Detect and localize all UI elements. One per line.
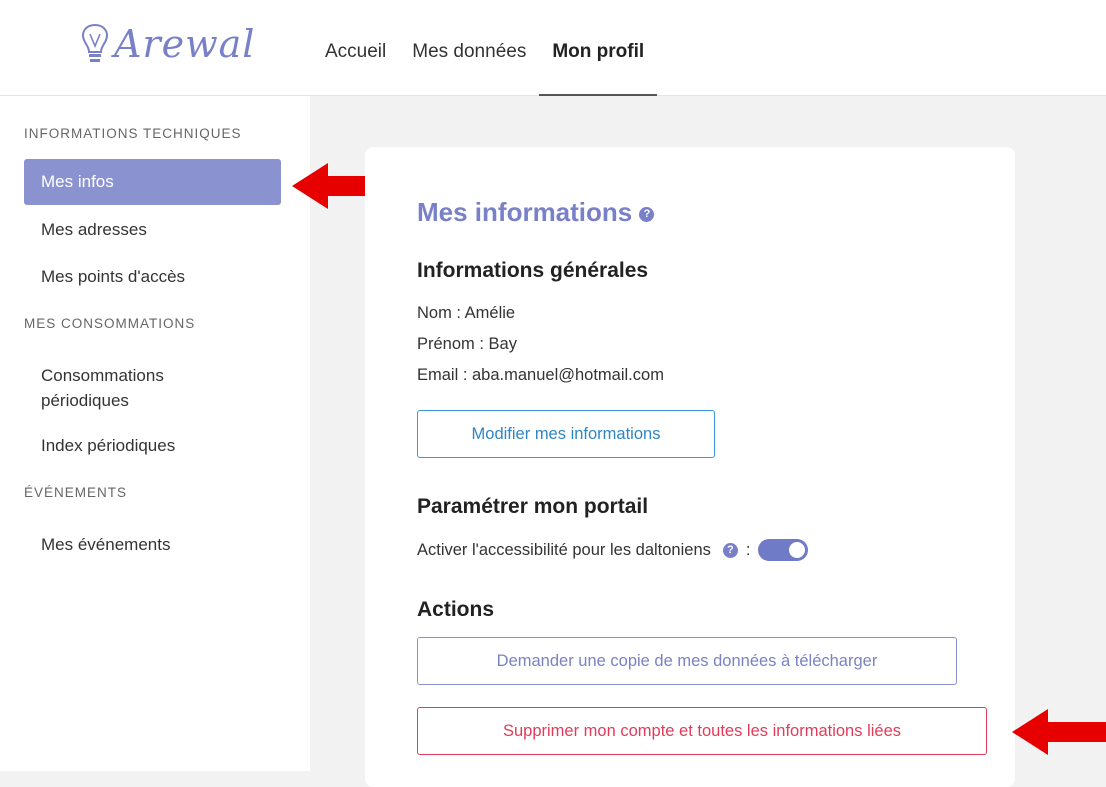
email-value: Email : aba.manuel@hotmail.com bbox=[417, 366, 664, 384]
general-info-heading: Informations générales bbox=[417, 259, 649, 282]
nav-accueil[interactable]: Accueil bbox=[312, 0, 399, 96]
edit-info-button[interactable]: Modifier mes informations bbox=[417, 410, 715, 458]
annotation-arrow-left-icon bbox=[1012, 709, 1106, 755]
colorblind-accessibility-toggle[interactable] bbox=[758, 539, 809, 561]
sidebar-item-label-line2: périodiques bbox=[41, 391, 129, 410]
sidebar-item-consommations-periodiques[interactable]: Consommations périodiques bbox=[0, 363, 164, 413]
sidebar-item-label-line1: Consommations bbox=[41, 366, 164, 385]
sidebar-section-informations-techniques: INFORMATIONS TECHNIQUES bbox=[24, 126, 242, 141]
delete-account-button[interactable]: Supprimer mon compte et toutes les infor… bbox=[417, 707, 987, 755]
accessibility-row: Activer l'accessibilité pour les daltoni… bbox=[417, 539, 809, 561]
sidebar-item-index-periodiques[interactable]: Index périodiques bbox=[0, 436, 175, 456]
name-value: Nom : Amélie bbox=[417, 304, 516, 322]
page-title: Mes informations ? bbox=[417, 197, 655, 228]
firstname-value: Prénom : Bay bbox=[417, 335, 517, 353]
actions-heading: Actions bbox=[417, 598, 495, 621]
help-icon[interactable]: ? bbox=[639, 206, 655, 222]
sidebar-section-evenements: ÉVÉNEMENTS bbox=[24, 485, 128, 500]
sidebar-section-mes-consommations: MES CONSOMMATIONS bbox=[24, 316, 196, 331]
nav-mon-profil[interactable]: Mon profil bbox=[539, 0, 657, 96]
download-data-button[interactable]: Demander une copie de mes données à télé… bbox=[417, 637, 957, 685]
logo-text: Arewal bbox=[114, 22, 256, 66]
app-logo[interactable]: Arewal bbox=[78, 14, 255, 74]
portal-settings-heading: Paramétrer mon portail bbox=[417, 495, 649, 518]
sidebar-item-mes-evenements[interactable]: Mes événements bbox=[0, 535, 170, 555]
profile-card: Mes informations ? Informations générale… bbox=[365, 147, 1015, 787]
accessibility-separator: : bbox=[745, 540, 751, 559]
sidebar-item-mes-adresses[interactable]: Mes adresses bbox=[0, 220, 147, 240]
sidebar-item-mes-points-acces[interactable]: Mes points d'accès bbox=[0, 267, 185, 287]
help-icon[interactable]: ? bbox=[722, 542, 738, 558]
top-header: Arewal Accueil Mes données Mon profil bbox=[0, 0, 1106, 96]
sidebar-item-mes-infos[interactable]: Mes infos bbox=[24, 159, 281, 205]
accessibility-label: Activer l'accessibilité pour les daltoni… bbox=[417, 540, 711, 559]
lightbulb-icon bbox=[82, 23, 108, 62]
nav-mes-donnees[interactable]: Mes données bbox=[399, 0, 539, 96]
sidebar: INFORMATIONS TECHNIQUES Mes infos Mes ad… bbox=[0, 96, 310, 771]
page-title-text: Mes informations bbox=[417, 197, 633, 227]
main-nav: Accueil Mes données Mon profil bbox=[312, 0, 657, 96]
